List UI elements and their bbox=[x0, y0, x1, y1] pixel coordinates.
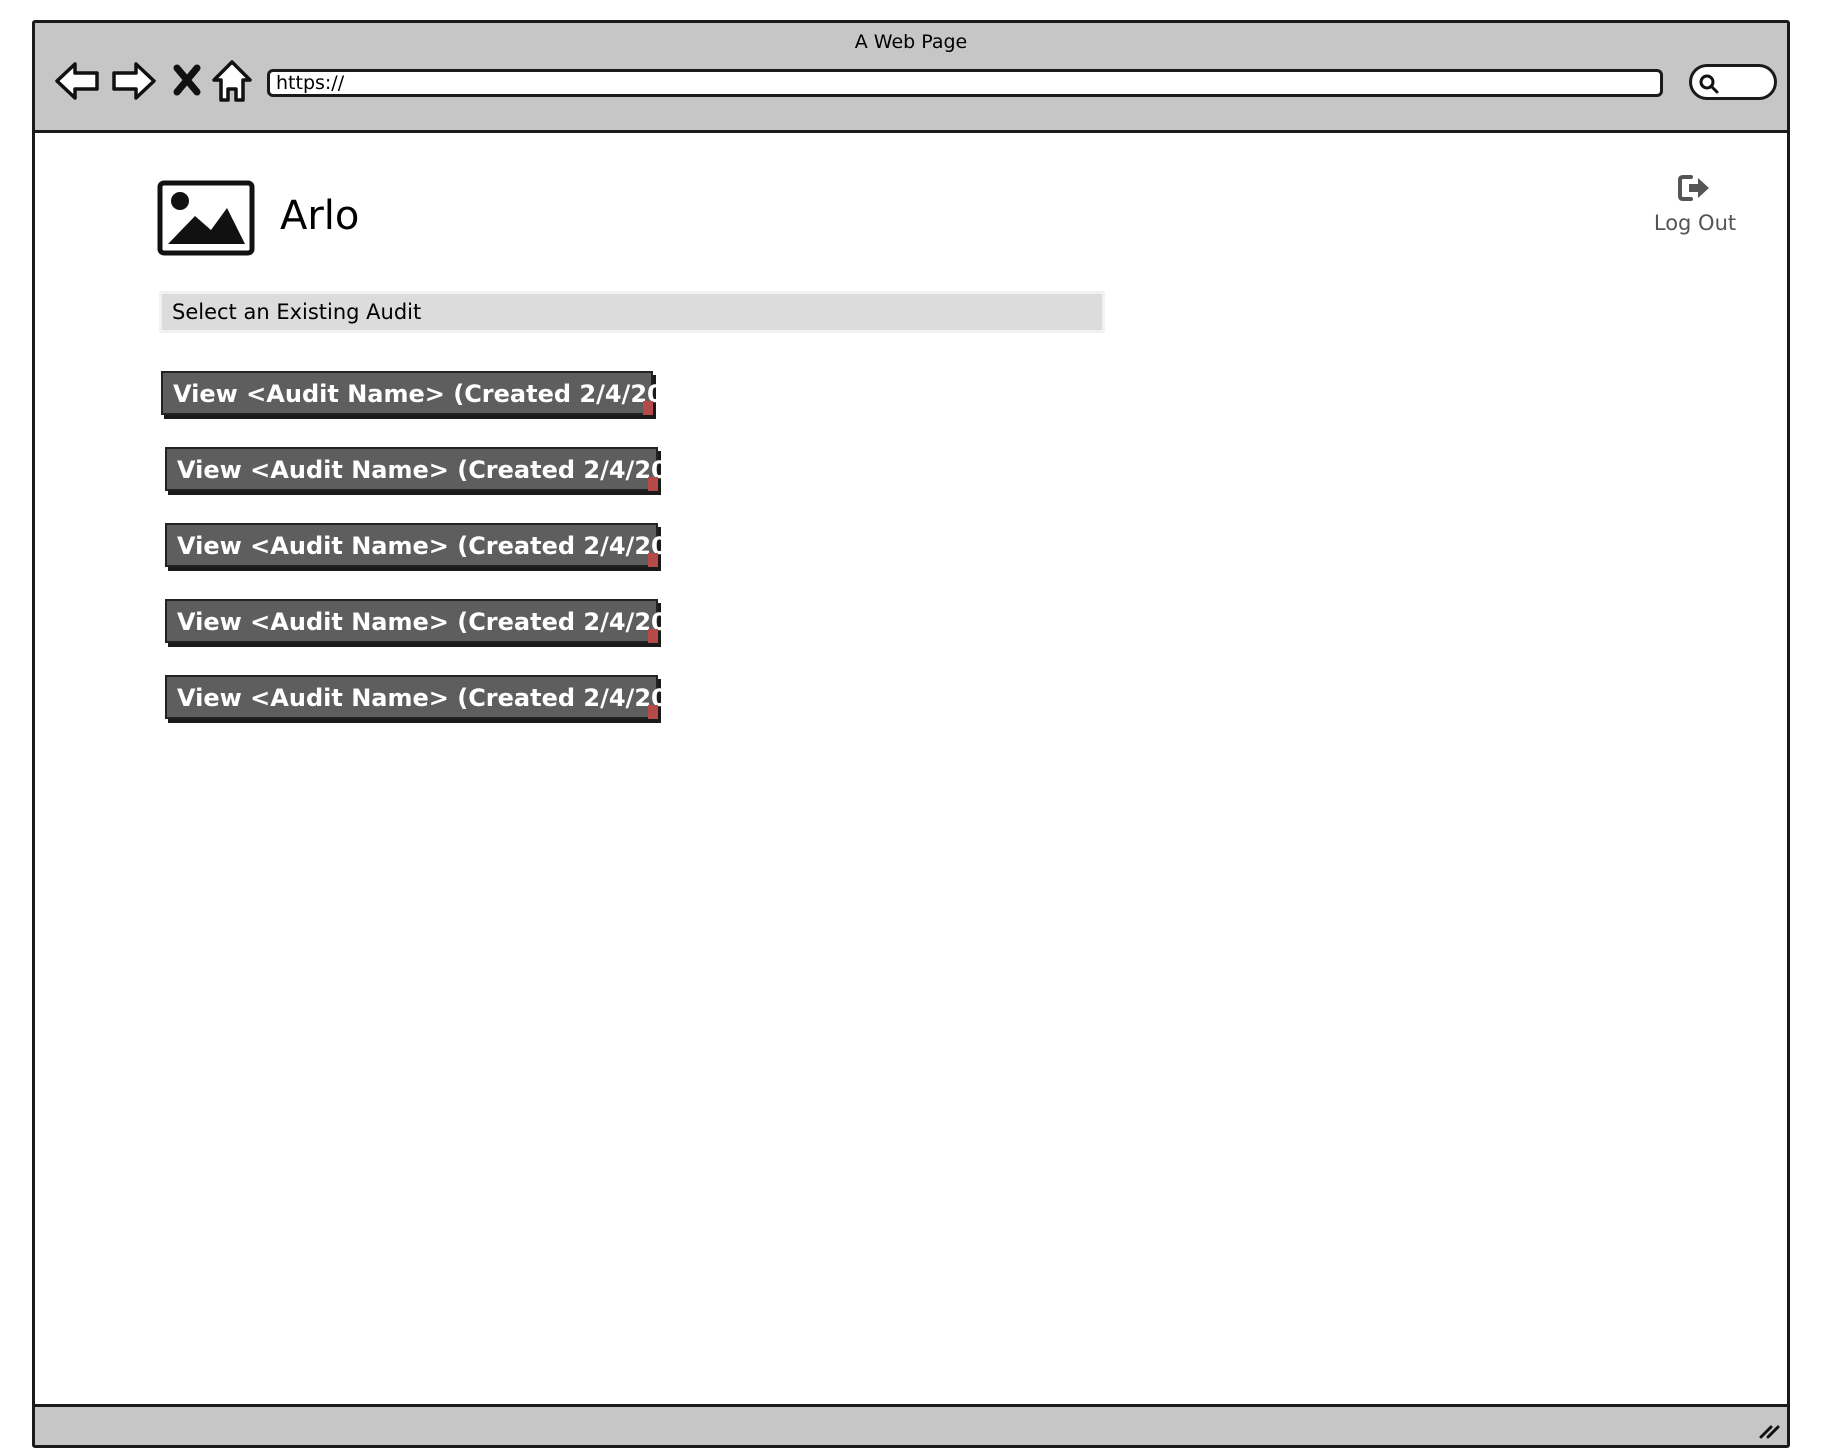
url-input[interactable]: https:// bbox=[267, 69, 1663, 97]
view-audit-button[interactable]: View <Audit Name> (Created 2/4/2020) bbox=[165, 447, 712, 491]
home-icon[interactable] bbox=[207, 56, 257, 106]
view-audit-label: View <Audit Name> (Created 2/4/2020) bbox=[177, 608, 713, 636]
corner-marker bbox=[648, 629, 658, 643]
sign-out-icon bbox=[1678, 175, 1709, 201]
close-x-icon[interactable] bbox=[163, 56, 213, 106]
view-audit-button[interactable]: View <Audit Name> (Created 2/4/2020) bbox=[161, 371, 708, 415]
view-audit-label: View <Audit Name> (Created 2/4/2020) bbox=[177, 684, 713, 712]
corner-marker bbox=[643, 401, 653, 415]
browser-window: A Web Page https:// Arlo Log Out Select … bbox=[32, 20, 1790, 1448]
resize-grip-icon[interactable] bbox=[1757, 1419, 1781, 1439]
corner-marker bbox=[648, 477, 658, 491]
view-audit-button[interactable]: View <Audit Name> (Created 2/4/2020) bbox=[165, 599, 712, 643]
forward-arrow-icon[interactable] bbox=[108, 56, 158, 106]
logout-label: Log Out bbox=[1653, 211, 1737, 235]
view-audit-button[interactable]: View <Audit Name> (Created 2/4/2020) bbox=[165, 675, 712, 719]
window-title: A Web Page bbox=[854, 31, 968, 53]
logout-button[interactable]: Log Out bbox=[1640, 173, 1750, 235]
view-audit-button[interactable]: View <Audit Name> (Created 2/4/2020) bbox=[165, 523, 712, 567]
view-audit-label: View <Audit Name> (Created 2/4/2020) bbox=[177, 532, 713, 560]
corner-marker bbox=[648, 705, 658, 719]
image-placeholder-icon bbox=[157, 180, 255, 256]
app-name: Arlo bbox=[280, 193, 360, 239]
corner-marker bbox=[648, 553, 658, 567]
view-audit-label: View <Audit Name> (Created 2/4/2020) bbox=[173, 380, 709, 408]
browser-titlebar: A Web Page https:// bbox=[35, 23, 1787, 133]
browser-search-field[interactable] bbox=[1689, 64, 1777, 100]
view-audit-label: View <Audit Name> (Created 2/4/2020) bbox=[177, 456, 713, 484]
section-title: Select an Existing Audit bbox=[159, 291, 1105, 333]
back-arrow-icon[interactable] bbox=[53, 56, 103, 106]
browser-statusbar bbox=[35, 1404, 1787, 1445]
search-icon bbox=[1699, 74, 1719, 94]
